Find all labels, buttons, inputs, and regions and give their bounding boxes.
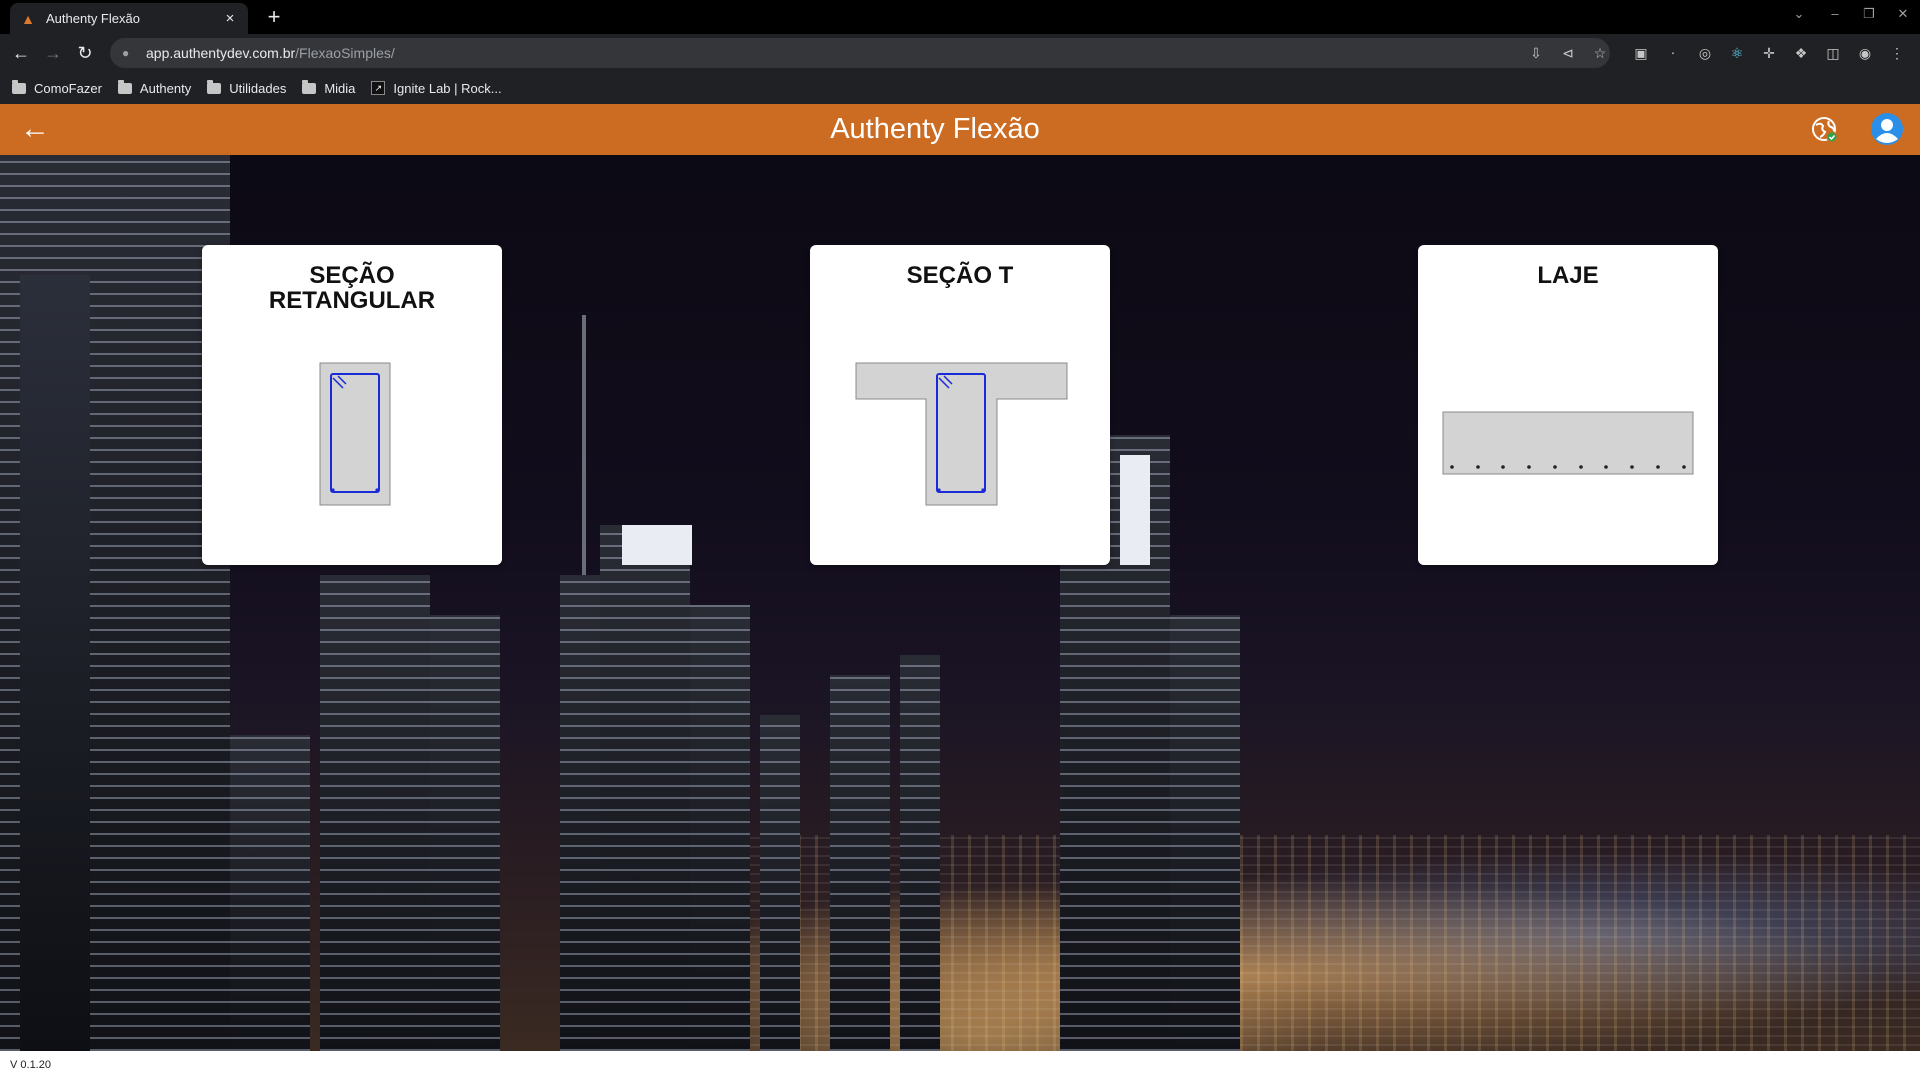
- bookmarks-bar: ComoFazer Authenty Utilidades Midia ↗ Ig…: [0, 72, 1920, 104]
- lit-tower-top: [1120, 455, 1150, 565]
- restore-icon[interactable]: ❐: [1858, 6, 1880, 22]
- slab-diagram: [1442, 411, 1694, 475]
- user-avatar-icon[interactable]: [1870, 112, 1904, 146]
- skyscraper: [430, 615, 500, 1051]
- extensions-puzzle-icon[interactable]: ❖: [1791, 43, 1811, 63]
- bookmark-item[interactable]: ↗ Ignite Lab | Rock...: [371, 76, 502, 100]
- ignite-lab-icon: ↗: [371, 81, 386, 95]
- folder-icon: [117, 79, 132, 94]
- extension-crosshair-icon[interactable]: ✛: [1759, 43, 1779, 63]
- forward-nav-icon[interactable]: →: [40, 40, 66, 66]
- bookmark-label: Authenty: [139, 80, 192, 96]
- folder-icon: [302, 79, 317, 94]
- skyscraper: [830, 675, 890, 1051]
- t-section-diagram: [855, 362, 1068, 506]
- burj-spire: [582, 315, 586, 615]
- profile-avatar-icon[interactable]: ◉: [1855, 43, 1875, 63]
- tab-search-icon[interactable]: ⌄: [1788, 6, 1810, 22]
- bookmark-label: Ignite Lab | Rock...: [393, 80, 502, 96]
- skyscraper: [1170, 615, 1240, 1051]
- browser-tab[interactable]: ▲ Authenty Flexão ×: [10, 3, 248, 34]
- tab-close-icon[interactable]: ×: [222, 10, 238, 27]
- skyscraper: [690, 605, 750, 1051]
- tab-title: Authenty Flexão: [46, 11, 140, 26]
- skyscraper: [20, 275, 90, 1051]
- bookmark-label: Utilidades: [229, 80, 287, 96]
- app-title: Authenty Flexão: [830, 113, 1040, 145]
- bookmark-item[interactable]: Midia: [302, 76, 355, 100]
- bookmark-label: Midia: [324, 80, 356, 96]
- extension-react-icon[interactable]: ⚛: [1727, 43, 1747, 63]
- install-app-icon[interactable]: ⇩: [1526, 43, 1546, 63]
- app-header: ← Authenty Flexão: [0, 104, 1920, 155]
- card-laje[interactable]: LAJE: [1418, 245, 1718, 565]
- bookmark-item[interactable]: Utilidades: [207, 76, 286, 100]
- url-host: app.authentydev.com.br: [146, 45, 296, 61]
- authenty-favicon-icon: ▲: [21, 10, 35, 27]
- card-secao-t[interactable]: SEÇÃO T: [810, 245, 1110, 565]
- lit-tower-top: [622, 525, 692, 565]
- extension-cast-icon[interactable]: ⋅: [1663, 43, 1683, 63]
- app-footer: V 0.1.20: [0, 1051, 1920, 1080]
- url-path: /FlexaoSimples/: [295, 45, 395, 61]
- browser-menu-icon[interactable]: ⋮: [1887, 43, 1907, 63]
- side-panel-icon[interactable]: ◫: [1823, 43, 1843, 63]
- skyscraper: [600, 525, 690, 1051]
- back-nav-icon[interactable]: ←: [8, 40, 34, 66]
- folder-icon: [207, 79, 222, 94]
- close-window-icon[interactable]: ✕: [1892, 6, 1914, 22]
- skyscraper: [320, 575, 430, 1051]
- rectangular-section-diagram: [319, 362, 391, 506]
- bookmark-item[interactable]: Authenty: [117, 76, 192, 100]
- site-info-icon[interactable]: ●: [122, 46, 136, 60]
- card-secao-retangular[interactable]: SEÇÃO RETANGULAR: [202, 245, 502, 565]
- new-tab-button[interactable]: +: [260, 6, 288, 30]
- extension-target-icon[interactable]: ◎: [1695, 43, 1715, 63]
- bookmark-item[interactable]: ComoFazer: [12, 76, 102, 100]
- skyscraper: [230, 735, 310, 1051]
- globe-icon[interactable]: [1811, 116, 1839, 144]
- address-bar[interactable]: ● app.authentydev.com.br/FlexaoSimples/: [110, 38, 1610, 68]
- browser-tabstrip: ▲ Authenty Flexão × + ⌄ – ❐ ✕: [0, 0, 1920, 34]
- share-icon[interactable]: ⊲: [1558, 43, 1578, 63]
- extension-screen-icon[interactable]: ▣: [1631, 43, 1651, 63]
- minimize-icon[interactable]: –: [1824, 6, 1846, 21]
- bookmark-label: ComoFazer: [34, 80, 102, 96]
- reload-icon[interactable]: ↻: [72, 40, 98, 66]
- skyscraper: [900, 655, 940, 1051]
- folder-icon: [12, 79, 26, 94]
- version-label: V 0.1.20: [10, 1059, 51, 1071]
- bookmark-star-icon[interactable]: ☆: [1590, 43, 1610, 63]
- page-viewport: ← Authenty Flexão SEÇÃO RETANGULAR SEÇÃO…: [0, 104, 1920, 1080]
- skyscraper: [760, 715, 800, 1051]
